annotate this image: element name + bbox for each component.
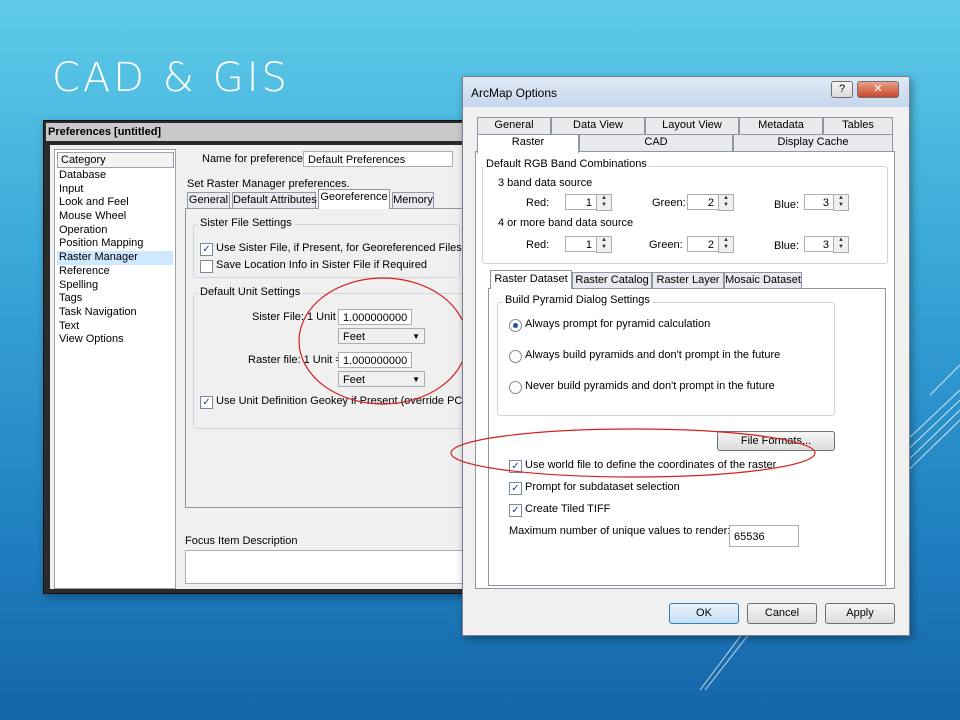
pyramid-radio-never-build[interactable] xyxy=(509,381,522,394)
name-label: Name for preferences xyxy=(202,153,309,165)
category-items: Database Input Look and Feel Mouse Wheel Ope… xyxy=(57,169,173,347)
help-button[interactable]: ? xyxy=(831,81,853,98)
tab-layout-view[interactable]: Layout View xyxy=(645,117,739,134)
focus-label: Focus Item Description xyxy=(185,535,298,547)
category-header: Category xyxy=(57,152,174,168)
category-item[interactable]: Spelling xyxy=(57,279,173,293)
unit-group-title: Default Unit Settings xyxy=(198,286,303,298)
tab-general[interactable]: General xyxy=(477,117,551,134)
close-button[interactable]: ✕ xyxy=(857,81,899,98)
category-item[interactable]: Tags xyxy=(57,292,173,306)
category-item[interactable]: Raster Manager xyxy=(57,251,173,265)
green-field-4[interactable]: 2 xyxy=(687,236,719,252)
highlight-ellipse-world-file xyxy=(450,428,816,478)
subtab-raster-layer[interactable]: Raster Layer xyxy=(652,272,724,289)
slide-title: CAD & GIS xyxy=(52,55,290,101)
save-location-label: Save Location Info in Sister File if Req… xyxy=(216,259,427,271)
name-field[interactable]: Default Preferences xyxy=(303,151,453,167)
green-spinner-3[interactable]: ▲ ▼ xyxy=(718,194,734,211)
category-item[interactable]: Text xyxy=(57,320,173,334)
tab-display-cache[interactable]: Display Cache xyxy=(733,134,893,151)
use-sister-checkbox[interactable]: ✓ xyxy=(200,243,213,256)
focus-description-box xyxy=(185,550,469,584)
rgb-group-title: Default RGB Band Combinations xyxy=(484,158,649,170)
use-sister-label: Use Sister File, if Present, for Georefe… xyxy=(216,242,462,254)
raster-panel: Default RGB Band Combinations 3 band dat… xyxy=(475,151,895,589)
green-label-4: Green: xyxy=(649,239,683,251)
pyramid-opt1-label: Always prompt for pyramid calculation xyxy=(525,318,711,330)
tab-memory[interactable]: Memory xyxy=(392,192,434,208)
blue-field-3[interactable]: 3 xyxy=(804,194,834,210)
tab-general[interactable]: General xyxy=(187,192,230,208)
arcmap-options-window: ArcMap Options ? ✕ General Data View Lay… xyxy=(462,76,910,636)
subtab-raster-dataset[interactable]: Raster Dataset xyxy=(490,270,572,289)
green-field-3[interactable]: 2 xyxy=(687,194,719,210)
category-item[interactable]: View Options xyxy=(57,333,173,347)
category-item[interactable]: Database xyxy=(57,169,173,183)
save-location-checkbox[interactable] xyxy=(200,260,213,273)
category-item[interactable]: Position Mapping xyxy=(57,237,173,251)
tab-metadata[interactable]: Metadata xyxy=(739,117,823,134)
red-field-3[interactable]: 1 xyxy=(565,194,597,210)
category-item[interactable]: Look and Feel xyxy=(57,196,173,210)
apply-button[interactable]: Apply xyxy=(825,603,895,624)
tab-tables[interactable]: Tables xyxy=(823,117,893,134)
cancel-button[interactable]: Cancel xyxy=(747,603,817,624)
tab-cad[interactable]: CAD xyxy=(579,134,733,151)
tab-default-attributes[interactable]: Default Attributes xyxy=(232,192,317,208)
preferences-title: Preferences [untitled] xyxy=(46,123,473,141)
blue-spinner-3[interactable]: ▲ ▼ xyxy=(833,194,849,211)
max-unique-field[interactable]: 65536 xyxy=(729,525,799,547)
green-label-3: Green: xyxy=(652,197,686,209)
category-item[interactable]: Reference xyxy=(57,265,173,279)
tiled-tiff-checkbox[interactable]: ✓ xyxy=(509,504,522,517)
subtab-mosaic-dataset[interactable]: Mosaic Dataset xyxy=(724,272,802,289)
red-field-4[interactable]: 1 xyxy=(565,236,597,252)
tiled-tiff-label: Create Tiled TIFF xyxy=(525,503,611,515)
red-spinner-3[interactable]: ▲ ▼ xyxy=(596,194,612,211)
tab-data-view[interactable]: Data View xyxy=(551,117,645,134)
blue-spinner-4[interactable]: ▲ ▼ xyxy=(833,236,849,253)
red-label-3: Red: xyxy=(526,197,550,209)
subtab-raster-catalog[interactable]: Raster Catalog xyxy=(572,272,652,289)
pyramid-radio-always-build[interactable] xyxy=(509,350,522,363)
category-item[interactable]: Operation xyxy=(57,224,173,238)
arcmap-title: ArcMap Options xyxy=(471,86,558,100)
tab-raster[interactable]: Raster xyxy=(477,134,579,153)
max-unique-label: Maximum number of unique values to rende… xyxy=(509,525,731,537)
pyramid-group-title: Build Pyramid Dialog Settings xyxy=(503,294,652,306)
pyramid-opt3-label: Never build pyramids and don't prompt in… xyxy=(525,380,775,392)
blue-label-3: Blue: xyxy=(774,199,800,211)
category-item[interactable]: Task Navigation xyxy=(57,306,173,320)
category-list[interactable]: Category Database Input Look and Feel Mouse… xyxy=(54,149,176,589)
pyramid-opt2-label: Always build pyramids and don't prompt i… xyxy=(525,349,781,361)
pyramid-radio-always-prompt[interactable] xyxy=(509,319,522,332)
sister-file-group-title: Sister File Settings xyxy=(198,217,294,229)
blue-label-4: Blue: xyxy=(774,240,800,252)
ok-button[interactable]: OK xyxy=(669,603,739,624)
category-item[interactable]: Mouse Wheel xyxy=(57,210,173,224)
tab-georeference[interactable]: Georeference xyxy=(318,189,390,209)
green-spinner-4[interactable]: ▲ ▼ xyxy=(718,236,734,253)
use-unit-def-checkbox[interactable]: ✓ xyxy=(200,396,213,409)
red-spinner-4[interactable]: ▲ ▼ xyxy=(596,236,612,253)
red-label-4: Red: xyxy=(526,239,550,251)
three-band-label: 3 band data source xyxy=(498,177,593,189)
four-band-label: 4 or more band data source xyxy=(498,217,634,229)
blue-field-4[interactable]: 3 xyxy=(804,236,834,252)
category-item[interactable]: Input xyxy=(57,183,173,197)
